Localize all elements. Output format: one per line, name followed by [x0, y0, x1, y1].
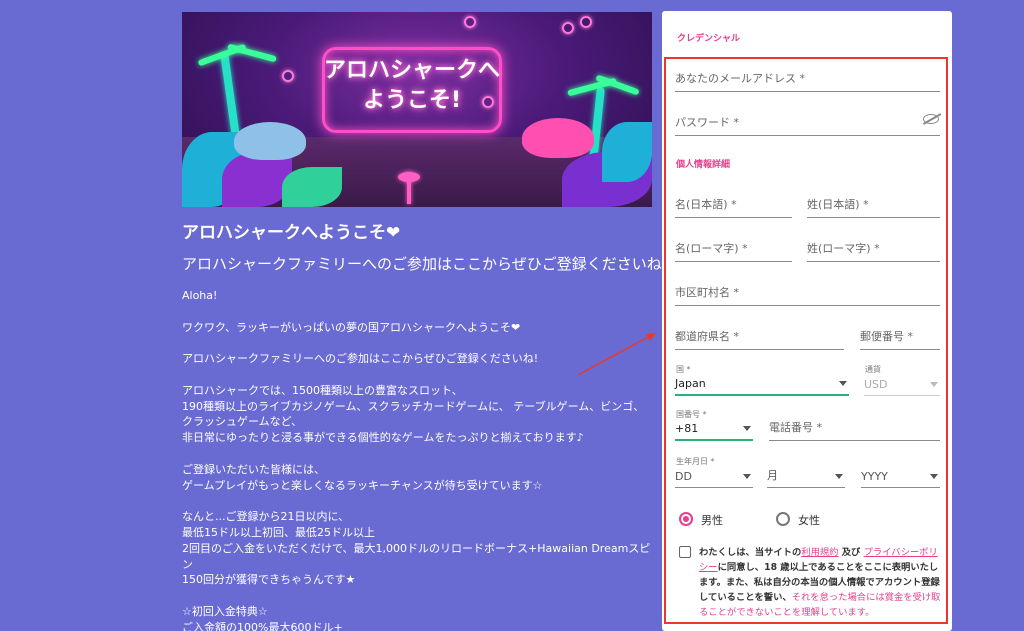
email-field[interactable]: あなたのメールアドレス *: [675, 68, 940, 92]
flower: [464, 16, 476, 28]
terms-text-2: 及び: [838, 547, 864, 558]
country-code-value: +81: [675, 422, 699, 435]
gender-male-label: 男性: [701, 514, 723, 527]
dob-year-select[interactable]: YYYY: [861, 466, 940, 488]
password-field[interactable]: パスワード *: [675, 112, 940, 136]
country-value: Japan: [675, 377, 706, 390]
personal-details-label: 個人情報詳細: [676, 160, 731, 170]
currency-value: USD: [864, 378, 888, 391]
gender-male-radio[interactable]: [679, 512, 693, 526]
toggle-password-visibility-icon[interactable]: [923, 114, 939, 124]
city-placeholder: 市区町村名 *: [675, 286, 739, 299]
first-name-jp-field[interactable]: 名(日本語) *: [675, 194, 792, 218]
shark-blue: [234, 122, 306, 160]
terms-text-1: わたくしは、当サイトの: [699, 547, 802, 558]
dob-day-select[interactable]: DD: [675, 466, 753, 488]
flower: [562, 22, 574, 34]
flower: [580, 16, 592, 28]
first-name-roman-placeholder: 名(ローマ字) *: [675, 242, 748, 255]
dob-year-value: YYYY: [861, 470, 888, 483]
banner-title-line2: ようこそ!: [362, 88, 462, 113]
first-name-roman-field[interactable]: 名(ローマ字) *: [675, 238, 792, 262]
shark-pink: [522, 118, 594, 158]
welcome-subtitle: アロハシャークファミリーへのご参加はここからぜひご登録くださいね!: [182, 255, 668, 273]
banner-title-line1: アロハシャークへ: [323, 58, 500, 83]
first-name-jp-placeholder: 名(日本語) *: [675, 198, 737, 211]
terms-of-service-link[interactable]: 利用規約: [801, 547, 838, 558]
welcome-banner: アロハシャークへ ようこそ!: [182, 12, 652, 207]
dob-day-value: DD: [675, 470, 692, 483]
chevron-down-icon: [743, 474, 751, 479]
banner-title: アロハシャークへ ようこそ!: [322, 56, 502, 116]
prefecture-field[interactable]: 都道府県名 *: [675, 326, 844, 350]
annotation-arrow: [577, 333, 656, 376]
leaf: [602, 122, 652, 182]
gender-female-radio[interactable]: [776, 512, 790, 526]
leaf: [282, 167, 342, 207]
last-name-roman-placeholder: 姓(ローマ字) *: [807, 242, 880, 255]
last-name-roman-field[interactable]: 姓(ローマ字) *: [807, 238, 940, 262]
gender-female-label: 女性: [798, 514, 820, 527]
welcome-title: アロハシャークへようこそ❤: [182, 223, 401, 243]
flamingo-body: [398, 172, 420, 182]
email-placeholder: あなたのメールアドレス *: [675, 72, 805, 85]
password-placeholder: パスワード *: [675, 116, 739, 129]
last-name-jp-placeholder: 姓(日本語) *: [807, 198, 869, 211]
postal-code-field[interactable]: 郵便番号 *: [860, 326, 940, 350]
last-name-jp-field[interactable]: 姓(日本語) *: [807, 194, 940, 218]
dob-month-value: 月: [767, 469, 778, 482]
chevron-down-icon: [930, 382, 938, 387]
dob-month-select[interactable]: 月: [767, 466, 845, 488]
country-code-select[interactable]: +81: [675, 419, 753, 441]
flower: [282, 70, 294, 82]
chevron-down-icon: [743, 426, 751, 431]
credentials-section-label: クレデンシャル: [677, 34, 741, 44]
phone-placeholder: 電話番号 *: [769, 421, 822, 434]
country-select[interactable]: Japan: [675, 374, 849, 396]
postal-code-placeholder: 郵便番号 *: [860, 330, 913, 343]
currency-select[interactable]: USD: [864, 374, 940, 396]
prefecture-placeholder: 都道府県名 *: [675, 330, 739, 343]
chevron-down-icon: [839, 381, 847, 386]
terms-checkbox[interactable]: [679, 546, 691, 558]
terms-text: わたくしは、当サイトの利用規約 及び プライバシーポリシーに同意し、18 歳以上…: [699, 545, 944, 620]
chevron-down-icon: [930, 474, 938, 479]
phone-field[interactable]: 電話番号 *: [769, 417, 940, 441]
chevron-down-icon: [835, 474, 843, 479]
city-field[interactable]: 市区町村名 *: [675, 282, 940, 306]
